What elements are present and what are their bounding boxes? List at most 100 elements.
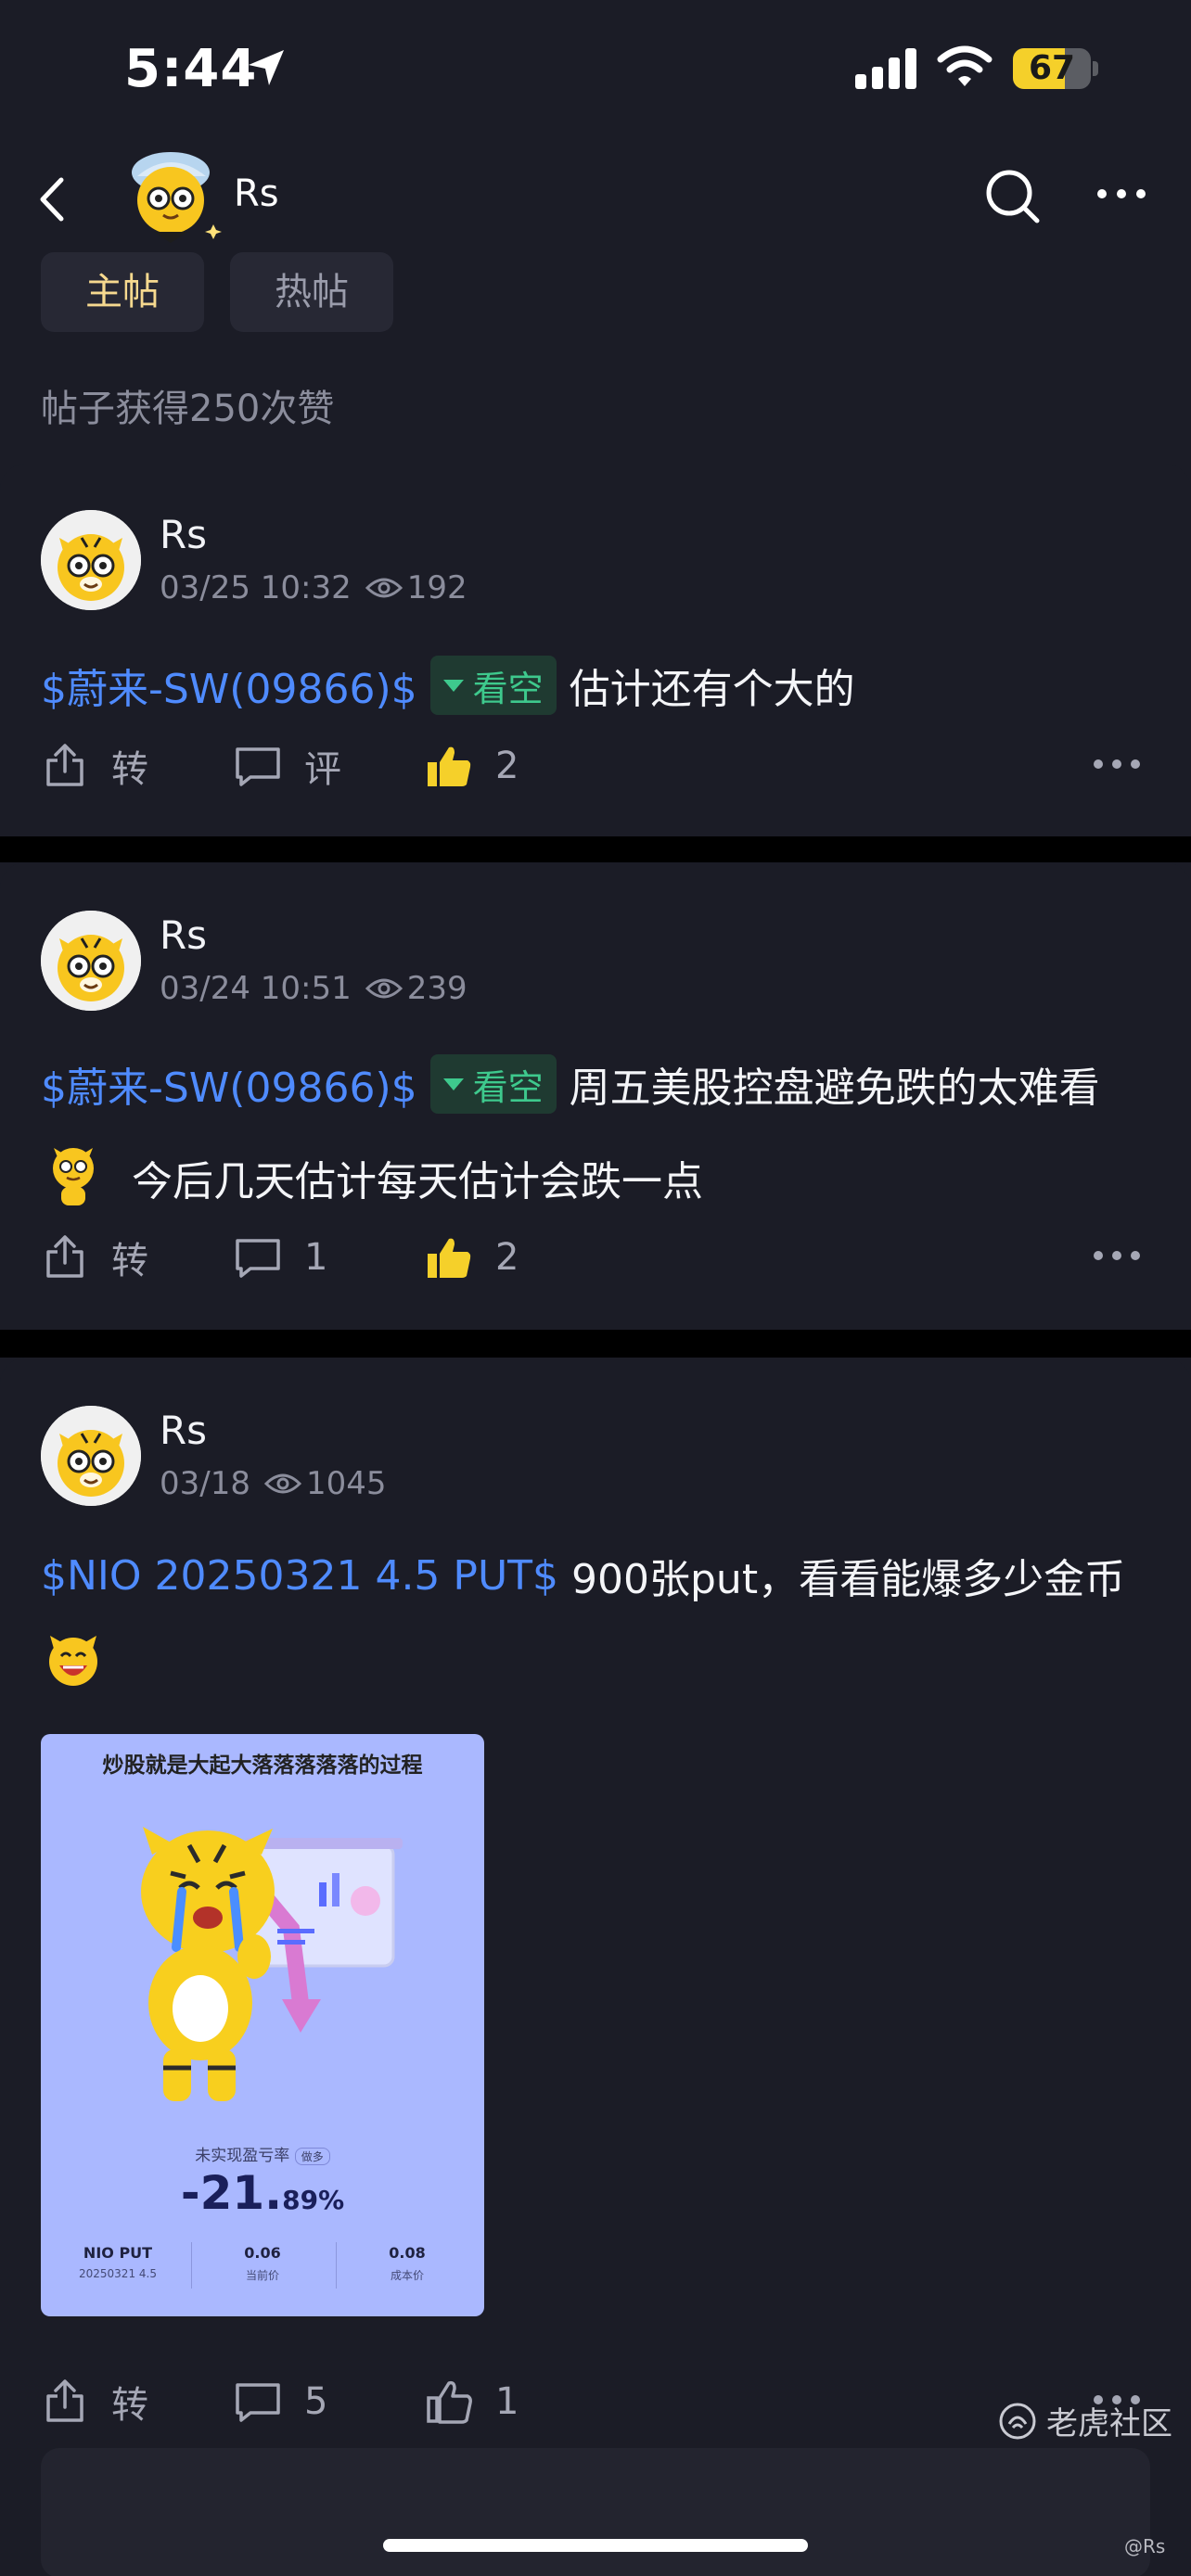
image-divider <box>336 2242 337 2289</box>
post-divider <box>0 836 1191 862</box>
avatar[interactable] <box>41 1406 141 1506</box>
image-pct-decimal: 89% <box>282 2185 345 2215</box>
tab-main-posts[interactable]: 主帖 <box>41 252 204 332</box>
image-unrealized-label: 未实现盈亏率 <box>195 2147 290 2165</box>
image-col2-value: 0.06 <box>244 2244 281 2262</box>
battery-indicator: 67 <box>1013 48 1098 89</box>
likes-summary: 帖子获得250次赞 <box>41 388 335 430</box>
post-meta: 03/18 1045 <box>160 1465 387 1502</box>
post-card[interactable]: Rs 03/25 10:32 192 $蔚来-SW(09866)$ 看空 估计还… <box>0 464 1191 836</box>
wifi-icon <box>937 45 992 86</box>
comment-icon <box>236 747 280 786</box>
post-actions: 转 5 1 <box>41 2372 1154 2431</box>
post-meta: 03/25 10:32 192 <box>160 569 467 606</box>
tab-hot-posts[interactable]: 热帖 <box>230 252 393 332</box>
triangle-down-icon <box>442 1078 464 1090</box>
back-icon[interactable] <box>33 174 70 224</box>
image-col1-value: NIO PUT <box>83 2244 153 2262</box>
post-author[interactable]: Rs <box>160 512 207 557</box>
stock-ticker-link[interactable]: $蔚来-SW(09866)$ <box>41 1054 417 1114</box>
post-content: $NIO 20250321 4.5 PUT$ 900张put，看看能爆多少金币 <box>41 1543 1125 1608</box>
like-count: 2 <box>495 745 519 787</box>
more-icon[interactable] <box>1093 757 1141 772</box>
post-image[interactable]: 炒股就是大起大落落落落落的过程 未实现盈亏率 做多 -21.89% NIO PU… <box>41 1734 484 2316</box>
avatar[interactable] <box>117 139 228 250</box>
search-icon[interactable] <box>981 165 1044 228</box>
post-content: $蔚来-SW(09866)$ 看空 周五美股控盘避免跌的太难看 <box>41 1052 1100 1116</box>
post-card[interactable]: Rs 03/18 1045 $NIO 20250321 4.5 PUT$ 900… <box>0 1358 1191 2576</box>
comment-icon <box>236 2383 280 2422</box>
avatar[interactable] <box>41 510 141 610</box>
watermark-brand: 老虎社区 <box>1046 2405 1172 2442</box>
post-views: 1045 <box>305 1465 387 1502</box>
post-actions: 转 评 2 <box>41 736 1154 796</box>
comment-icon <box>236 1239 280 1278</box>
triangle-down-icon <box>442 679 464 692</box>
battery-level: 67 <box>1028 49 1076 87</box>
header-username[interactable]: Rs <box>234 172 279 215</box>
like-count: 2 <box>495 1236 519 1279</box>
post-meta: 03/24 10:51 239 <box>160 970 467 1007</box>
more-icon[interactable] <box>1095 185 1148 202</box>
comment-count: 5 <box>304 2380 328 2423</box>
image-col3-label: 成本价 <box>390 2269 424 2282</box>
post-text: 估计还有个大的 <box>569 666 855 713</box>
thumbs-up-outline-icon <box>427 2380 472 2424</box>
post-views: 192 <box>406 569 467 606</box>
views-eye-icon <box>263 1473 302 1494</box>
status-bar: 5:44 67 <box>0 0 1191 139</box>
post-text: 周五美股控盘避免跌的太难看 <box>569 1065 1100 1112</box>
comment-button[interactable]: 评 <box>234 736 341 796</box>
thumbs-up-icon <box>428 1238 471 1278</box>
brand-watermark: 老虎社区 <box>998 2398 1172 2443</box>
post-date: 03/24 10:51 <box>160 970 352 1007</box>
share-label: 转 <box>111 1240 148 1282</box>
comment-button[interactable]: 5 <box>234 2372 327 2431</box>
like-button[interactable]: 2 <box>425 736 519 796</box>
share-button[interactable]: 转 <box>41 2372 148 2431</box>
post-author[interactable]: Rs <box>160 1408 207 1453</box>
crying-tiger-chart-illustration <box>141 1827 403 2101</box>
avatar[interactable] <box>41 911 141 1011</box>
share-button[interactable]: 转 <box>41 1228 148 1287</box>
image-loss-percent: -21.89% <box>41 2166 484 2220</box>
image-col3-value: 0.08 <box>389 2244 426 2262</box>
tiger-emoji-icon <box>53 1148 94 1205</box>
home-indicator[interactable] <box>383 2539 808 2552</box>
image-pct-main: -21. <box>180 2166 283 2220</box>
thumbs-up-icon <box>428 746 471 786</box>
watermark-handle: @Rs <box>1124 2535 1166 2557</box>
bearish-tag: 看空 <box>429 656 557 715</box>
share-icon <box>46 2379 83 2422</box>
image-label-row: 未实现盈亏率 做多 <box>41 2142 484 2165</box>
profile-header: Rs <box>0 139 1191 250</box>
stock-ticker-link[interactable]: $NIO 20250321 4.5 PUT$ <box>41 1552 558 1600</box>
share-button[interactable]: 转 <box>41 736 148 796</box>
post-author[interactable]: Rs <box>160 912 207 958</box>
more-icon[interactable] <box>1093 1248 1141 1263</box>
post-content: $蔚来-SW(09866)$ 看空 估计还有个大的 <box>41 653 855 718</box>
location-arrow-icon <box>249 50 284 85</box>
share-label: 转 <box>111 748 148 791</box>
bearish-tag-label: 看空 <box>472 668 544 709</box>
comment-count: 评 <box>304 748 341 791</box>
cellular-signal-icon <box>855 48 916 89</box>
like-count: 1 <box>495 2380 519 2423</box>
image-col2-label: 当前价 <box>245 2269 279 2282</box>
views-eye-icon <box>365 978 403 999</box>
views-eye-icon <box>365 578 403 598</box>
laughing-tiger-emoji-icon <box>49 1636 97 1686</box>
post-date: 03/18 <box>160 1465 250 1502</box>
like-button[interactable]: 1 <box>425 2372 519 2431</box>
next-post-card-partial[interactable] <box>41 2448 1150 2576</box>
post-date: 03/25 10:32 <box>160 569 352 606</box>
post-card[interactable]: Rs 03/24 10:51 239 $蔚来-SW(09866)$ 看空 周五美… <box>0 862 1191 1330</box>
bearish-tag: 看空 <box>429 1054 557 1114</box>
stock-ticker-link[interactable]: $蔚来-SW(09866)$ <box>41 656 417 715</box>
image-col-contract: NIO PUT 20250321 4.5 <box>48 2244 187 2280</box>
comment-button[interactable]: 1 <box>234 1228 327 1287</box>
share-icon <box>46 1235 83 1278</box>
comment-count: 1 <box>304 1236 328 1279</box>
bearish-tag-label: 看空 <box>472 1066 544 1108</box>
like-button[interactable]: 2 <box>425 1228 519 1287</box>
